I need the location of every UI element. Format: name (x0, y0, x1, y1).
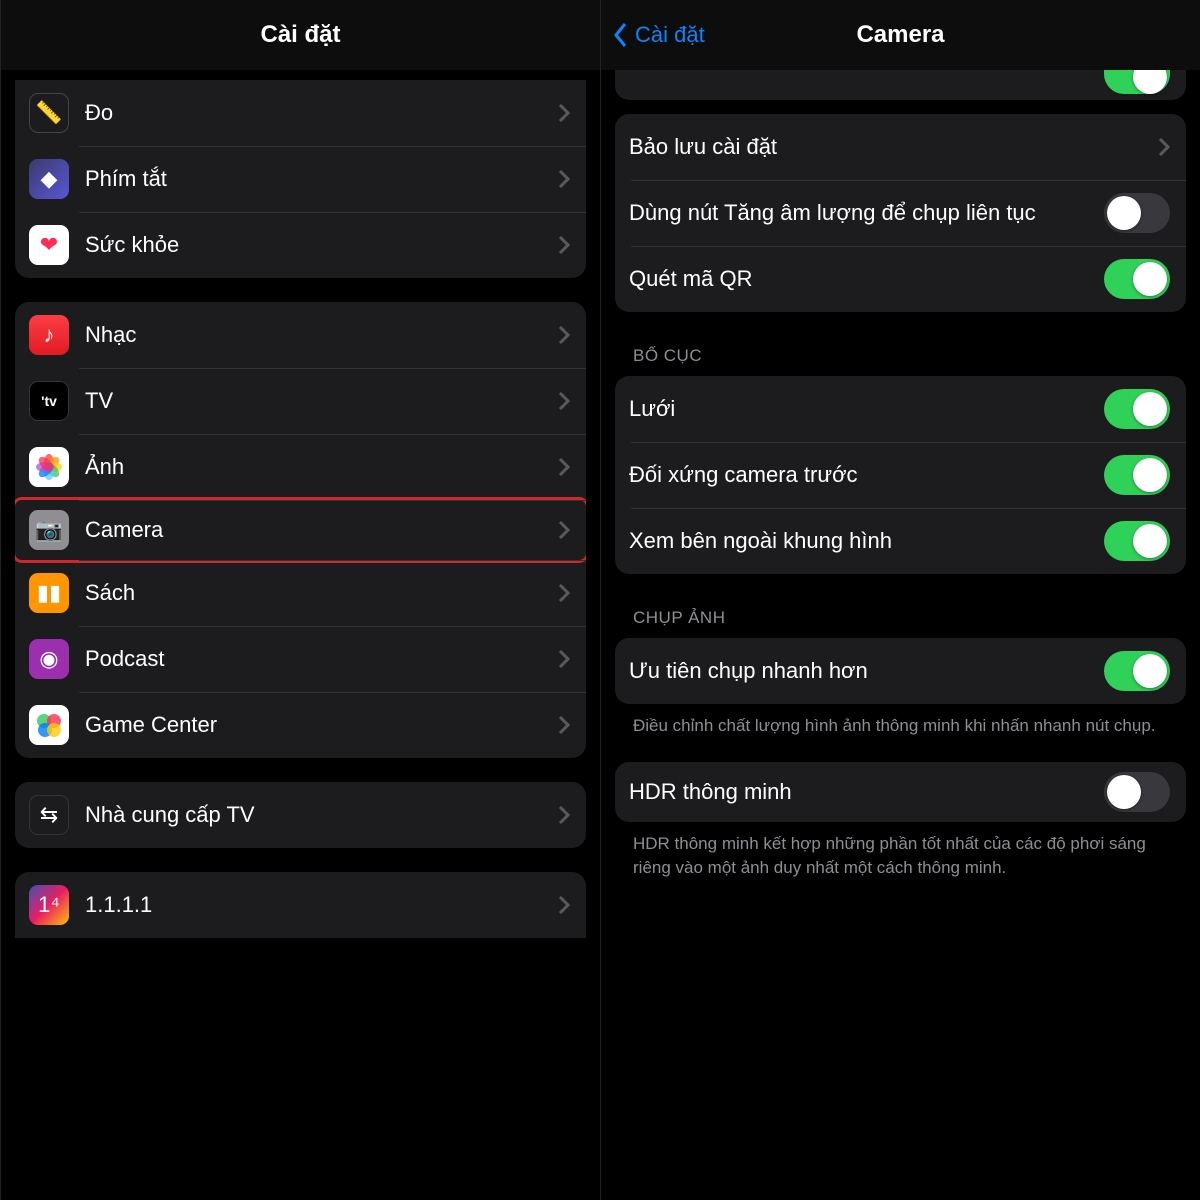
settings-root-panel: Cài đặt 📏 Đo ◆ Phím tắt ❤ Sức khỏe ♪ Nhạc 'tv TV Ả… (0, 0, 600, 1200)
settings-row-camera[interactable]: 📷 Camera (15, 497, 586, 563)
settings-group: ⇆ Nhà cung cấp TV (15, 782, 586, 848)
row-label: TV (85, 387, 558, 415)
settings-row-scan-qr[interactable]: Quét mã QR (615, 246, 1186, 312)
gamecenter-icon (29, 705, 69, 745)
section-footer: Điều chỉnh chất lượng hình ảnh thông min… (633, 714, 1172, 738)
section-header: CHỤP ẢNH (633, 608, 1180, 628)
chevron-right-icon (558, 715, 570, 735)
back-button[interactable]: Cài đặt (613, 0, 705, 70)
chevron-right-icon (558, 103, 570, 123)
section-footer: HDR thông minh kết hợp những phần tốt nh… (633, 832, 1172, 880)
settings-row-mirror-front[interactable]: Đối xứng camera trước (615, 442, 1186, 508)
back-label: Cài đặt (635, 22, 705, 48)
row-label: Dùng nút Tăng âm lượng để chụp liên tục (629, 199, 1104, 227)
settings-group: HDR thông minh (615, 762, 1186, 822)
row-label: Sách (85, 579, 558, 607)
chevron-right-icon (558, 805, 570, 825)
chevron-right-icon (558, 391, 570, 411)
settings-row-grid[interactable]: Lưới (615, 376, 1186, 442)
settings-group: 📏 Đo ◆ Phím tắt ❤ Sức khỏe (15, 80, 586, 278)
settings-group: 1⁴ 1.1.1.1 (15, 872, 586, 938)
row-label: Game Center (85, 711, 558, 739)
row-label: Ưu tiên chụp nhanh hơn (629, 657, 1104, 685)
settings-row-smart-hdr[interactable]: HDR thông minh (615, 762, 1186, 822)
chevron-right-icon (558, 169, 570, 189)
navbar-camera: Cài đặt Camera (601, 0, 1200, 70)
faster-shot-toggle[interactable] (1104, 651, 1170, 691)
chevron-right-icon (1158, 137, 1170, 157)
settings-row-music[interactable]: ♪ Nhạc (15, 302, 586, 368)
settings-group: Ưu tiên chụp nhanh hơn (615, 638, 1186, 704)
settings-list[interactable]: 📏 Đo ◆ Phím tắt ❤ Sức khỏe ♪ Nhạc 'tv TV Ảnh 📷 Camer… (1, 70, 600, 1200)
chevron-right-icon (558, 457, 570, 477)
settings-row-photos[interactable]: Ảnh (15, 434, 586, 500)
settings-row-tv[interactable]: 'tv TV (15, 368, 586, 434)
settings-row-app-1111[interactable]: 1⁴ 1.1.1.1 (15, 872, 586, 938)
camera-settings-panel: Cài đặt Camera Bảo lưu cài đặt Dùng nút T… (600, 0, 1200, 1200)
row-label: Nhà cung cấp TV (85, 801, 558, 829)
chevron-left-icon (613, 22, 629, 48)
burst-volume-up-toggle[interactable] (1104, 193, 1170, 233)
measure-icon: 📏 (29, 93, 69, 133)
row-label: Đối xứng camera trước (629, 461, 1104, 489)
row-label: Nhạc (85, 321, 558, 349)
health-icon: ❤ (29, 225, 69, 265)
partial-top-toggle[interactable] (1104, 70, 1170, 94)
navbar-root: Cài đặt (1, 0, 600, 70)
row-label: Ảnh (85, 453, 558, 481)
tv-provider-icon: ⇆ (29, 795, 69, 835)
mirror-front-toggle[interactable] (1104, 455, 1170, 495)
shortcuts-icon: ◆ (29, 159, 69, 199)
settings-row-outside-frame[interactable]: Xem bên ngoài khung hình (615, 508, 1186, 574)
books-icon: ▮▮ (29, 573, 69, 613)
settings-group: Bảo lưu cài đặt Dùng nút Tăng âm lượng để… (615, 114, 1186, 312)
app-1111-icon: 1⁴ (29, 885, 69, 925)
chevron-right-icon (558, 649, 570, 669)
settings-group: Lưới Đối xứng camera trước Xem bên ngoài k… (615, 376, 1186, 574)
row-label: 1.1.1.1 (85, 891, 558, 919)
scan-qr-toggle[interactable] (1104, 259, 1170, 299)
navbar-title: Camera (856, 21, 944, 49)
row-label: Podcast (85, 645, 558, 673)
settings-row-tv-provider[interactable]: ⇆ Nhà cung cấp TV (15, 782, 586, 848)
music-icon: ♪ (29, 315, 69, 355)
camera-settings-list[interactable]: Bảo lưu cài đặt Dùng nút Tăng âm lượng để… (601, 70, 1200, 1200)
settings-row-health[interactable]: ❤ Sức khỏe (15, 212, 586, 278)
settings-row-preserve-settings[interactable]: Bảo lưu cài đặt (615, 114, 1186, 180)
chevron-right-icon (558, 520, 570, 540)
chevron-right-icon (558, 325, 570, 345)
row-label: Camera (85, 516, 558, 544)
row-label: HDR thông minh (629, 778, 1104, 806)
photos-icon (29, 447, 69, 487)
chevron-right-icon (558, 895, 570, 915)
row-label: Đo (85, 99, 558, 127)
podcast-icon: ◉ (29, 639, 69, 679)
settings-row-podcast[interactable]: ◉ Podcast (15, 626, 586, 692)
settings-row-shortcuts[interactable]: ◆ Phím tắt (15, 146, 586, 212)
chevron-right-icon (558, 235, 570, 255)
row-label: Lưới (629, 395, 1104, 423)
row-label: Xem bên ngoài khung hình (629, 527, 1104, 555)
section-header: BỐ CỤC (633, 346, 1180, 366)
grid-toggle[interactable] (1104, 389, 1170, 429)
settings-row-burst-volume-up[interactable]: Dùng nút Tăng âm lượng để chụp liên tục (615, 180, 1186, 246)
settings-row-gamecenter[interactable]: Game Center (15, 692, 586, 758)
row-label: Sức khỏe (85, 231, 558, 259)
smart-hdr-toggle[interactable] (1104, 772, 1170, 812)
navbar-title: Cài đặt (260, 21, 340, 49)
partial-row-top (615, 70, 1186, 100)
chevron-right-icon (558, 583, 570, 603)
camera-icon: 📷 (29, 510, 69, 550)
outside-frame-toggle[interactable] (1104, 521, 1170, 561)
row-label: Bảo lưu cài đặt (629, 133, 1158, 161)
row-label: Phím tắt (85, 165, 558, 193)
settings-group: ♪ Nhạc 'tv TV Ảnh 📷 Camera ▮▮ Sách ◉ Podcast Game C… (15, 302, 586, 758)
settings-row-faster-shot[interactable]: Ưu tiên chụp nhanh hơn (615, 638, 1186, 704)
settings-row-books[interactable]: ▮▮ Sách (15, 560, 586, 626)
tv-icon: 'tv (29, 381, 69, 421)
row-label: Quét mã QR (629, 265, 1104, 293)
settings-row-measure[interactable]: 📏 Đo (15, 80, 586, 146)
